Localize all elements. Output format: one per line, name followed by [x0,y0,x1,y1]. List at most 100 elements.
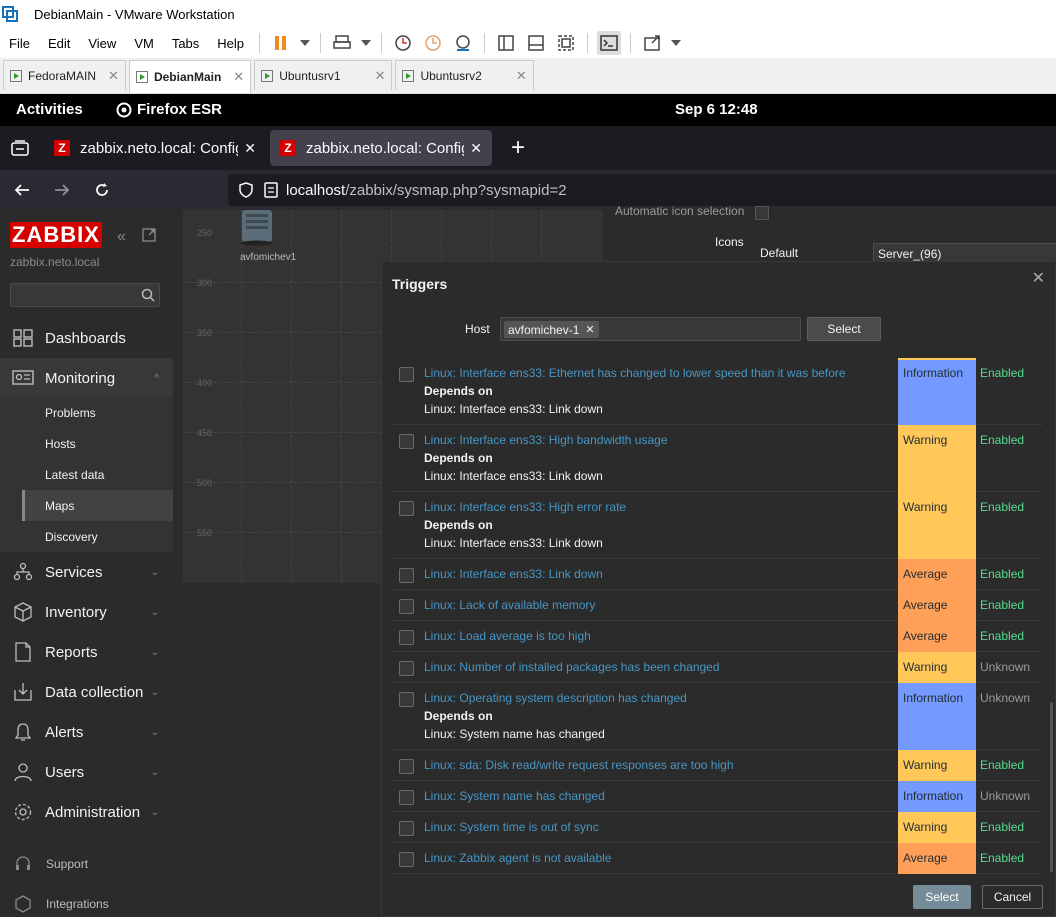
pause-icon[interactable] [269,31,293,55]
power-dropdown-icon[interactable] [299,31,311,55]
browser-tab-active[interactable]: Z zabbix.neto.local: Configuration of ne… [270,130,492,166]
console-view-icon[interactable] [597,31,622,55]
trigger-checkbox[interactable] [399,790,414,805]
cancel-button[interactable]: Cancel [982,885,1043,909]
new-tab-icon[interactable]: + [500,132,536,164]
sidebar-item-dashboards[interactable]: Dashboards [0,318,173,358]
trigger-name-link[interactable]: Linux: Load average is too high [424,629,591,643]
host-select-button[interactable]: Select [807,317,881,341]
server-icon[interactable] [240,210,278,246]
snapshot-manager-icon[interactable] [451,31,475,55]
vm-tab-debianmain[interactable]: DebianMain ✕ [128,60,252,93]
trigger-name-link[interactable]: Linux: Interface ens33: High bandwidth u… [424,433,668,447]
full-screen-dropdown-icon[interactable] [670,31,682,55]
menu-edit[interactable]: Edit [39,36,79,51]
close-icon[interactable]: ✕ [233,69,244,85]
trigger-name-link[interactable]: Linux: Interface ens33: Ethernet has cha… [424,366,846,380]
trigger-checkbox[interactable] [399,852,414,867]
trigger-checkbox[interactable] [399,599,414,614]
trigger-row[interactable]: Linux: Interface ens33: Ethernet has cha… [392,358,1043,425]
close-icon[interactable]: ✕ [470,140,482,157]
snapshot-icon[interactable] [391,31,415,55]
browser-tab[interactable]: Z zabbix.neto.local: Configuration of ne… [44,130,266,166]
thumbnail-bar-icon[interactable] [524,31,548,55]
firefox-view-icon[interactable] [2,132,38,164]
trigger-checkbox[interactable] [399,434,414,449]
full-screen-icon[interactable] [640,31,664,55]
trigger-checkbox[interactable] [399,661,414,676]
reload-icon[interactable] [84,174,120,206]
app-menu[interactable]: Firefox ESR [116,101,222,118]
close-icon[interactable]: ✕ [244,140,256,157]
auto-icon-checkbox[interactable] [755,206,769,220]
trigger-name-link[interactable]: Linux: Interface ens33: High error rate [424,500,626,514]
trigger-row[interactable]: Linux: Operating system description has … [392,683,1043,750]
fit-guest-icon[interactable] [554,31,578,55]
trigger-row[interactable]: Linux: Interface ens33: High error rate D… [392,492,1043,559]
kiosk-mode-icon[interactable] [142,228,156,242]
trigger-checkbox[interactable] [399,630,414,645]
sidebar-item-data-collection[interactable]: Data collection ⌄ [0,672,173,712]
url-bar[interactable]: localhost/zabbix/sysmap.php?sysmapid=2 [228,174,1056,206]
sidebar-item-users[interactable]: Users ⌄ [0,752,173,792]
collapse-sidebar-icon[interactable]: « [117,228,126,246]
sidebar-item-inventory[interactable]: Inventory ⌄ [0,592,173,632]
clock[interactable]: Sep 6 12:48 [675,101,758,118]
submenu-discovery[interactable]: Discovery [22,521,173,552]
menu-help[interactable]: Help [208,36,253,51]
close-icon[interactable]: ✕ [1032,268,1045,288]
trigger-row[interactable]: Linux: Load average is too high Average En… [392,621,1043,652]
host-multiselect-input[interactable]: avfomichev-1 ✕ [500,317,801,341]
activities-button[interactable]: Activities [16,101,83,118]
submenu-maps[interactable]: Maps [22,490,173,521]
sidebar-item-support[interactable]: Support [0,844,173,884]
menu-vm[interactable]: VM [125,36,163,51]
snapshot-dropdown-icon[interactable] [360,31,372,55]
submenu-hosts[interactable]: Hosts [22,428,173,459]
trigger-name-link[interactable]: Linux: Lack of available memory [424,598,595,612]
vm-tab-ubuntusrv2[interactable]: Ubuntusrv2 ✕ [395,60,534,90]
remove-tag-icon[interactable]: ✕ [585,323,594,336]
trigger-name-link[interactable]: Linux: Operating system description has … [424,691,687,705]
zabbix-logo[interactable]: ZABBIX [10,222,102,248]
trigger-checkbox[interactable] [399,367,414,382]
trigger-row[interactable]: Linux: Interface ens33: Link down Average… [392,559,1043,590]
trigger-row[interactable]: Linux: System name has changed Informatio… [392,781,1043,812]
close-icon[interactable]: ✕ [516,68,527,84]
trigger-row[interactable]: Linux: Interface ens33: High bandwidth u… [392,425,1043,492]
trigger-row[interactable]: Linux: Zabbix agent is not available Aver… [392,843,1043,874]
trigger-checkbox[interactable] [399,568,414,583]
sidebar-item-administration[interactable]: Administration ⌄ [0,792,173,832]
close-icon[interactable]: ✕ [375,68,386,84]
close-icon[interactable]: ✕ [108,68,119,84]
sidebar-item-reports[interactable]: Reports ⌄ [0,632,173,672]
revert-snapshot-icon[interactable] [421,31,445,55]
trigger-name-link[interactable]: Linux: System time is out of sync [424,820,599,834]
send-keys-icon[interactable] [330,31,354,55]
forward-icon[interactable] [44,174,80,206]
sidebar-item-monitoring[interactable]: Monitoring ^ [0,358,173,398]
menu-view[interactable]: View [79,36,125,51]
vm-tab-ubuntusrv1[interactable]: Ubuntusrv1 ✕ [254,60,393,90]
page-info-icon[interactable] [264,182,278,198]
trigger-name-link[interactable]: Linux: System name has changed [424,789,605,803]
trigger-name-link[interactable]: Linux: Number of installed packages has … [424,660,720,674]
library-icon[interactable] [494,31,518,55]
trigger-row[interactable]: Linux: sda: Disk read/write request resp… [392,750,1043,781]
sidebar-item-alerts[interactable]: Alerts ⌄ [0,712,173,752]
submenu-problems[interactable]: Problems [22,397,173,428]
trigger-row[interactable]: Linux: System time is out of sync Warning… [392,812,1043,843]
trigger-checkbox[interactable] [399,501,414,516]
trigger-checkbox[interactable] [399,759,414,774]
sidebar-search-input[interactable] [10,283,160,307]
menu-tabs[interactable]: Tabs [163,36,208,51]
scrollbar[interactable] [1050,702,1053,872]
search-icon[interactable] [141,288,155,302]
trigger-name-link[interactable]: Linux: Interface ens33: Link down [424,567,603,581]
submenu-latest-data[interactable]: Latest data [22,459,173,490]
sidebar-item-services[interactable]: Services ⌄ [0,552,173,592]
trigger-row[interactable]: Linux: Number of installed packages has … [392,652,1043,683]
trigger-row[interactable]: Linux: Lack of available memory Average En… [392,590,1043,621]
sidebar-item-integrations[interactable]: Integrations [0,884,173,917]
trigger-name-link[interactable]: Linux: Zabbix agent is not available [424,851,611,865]
